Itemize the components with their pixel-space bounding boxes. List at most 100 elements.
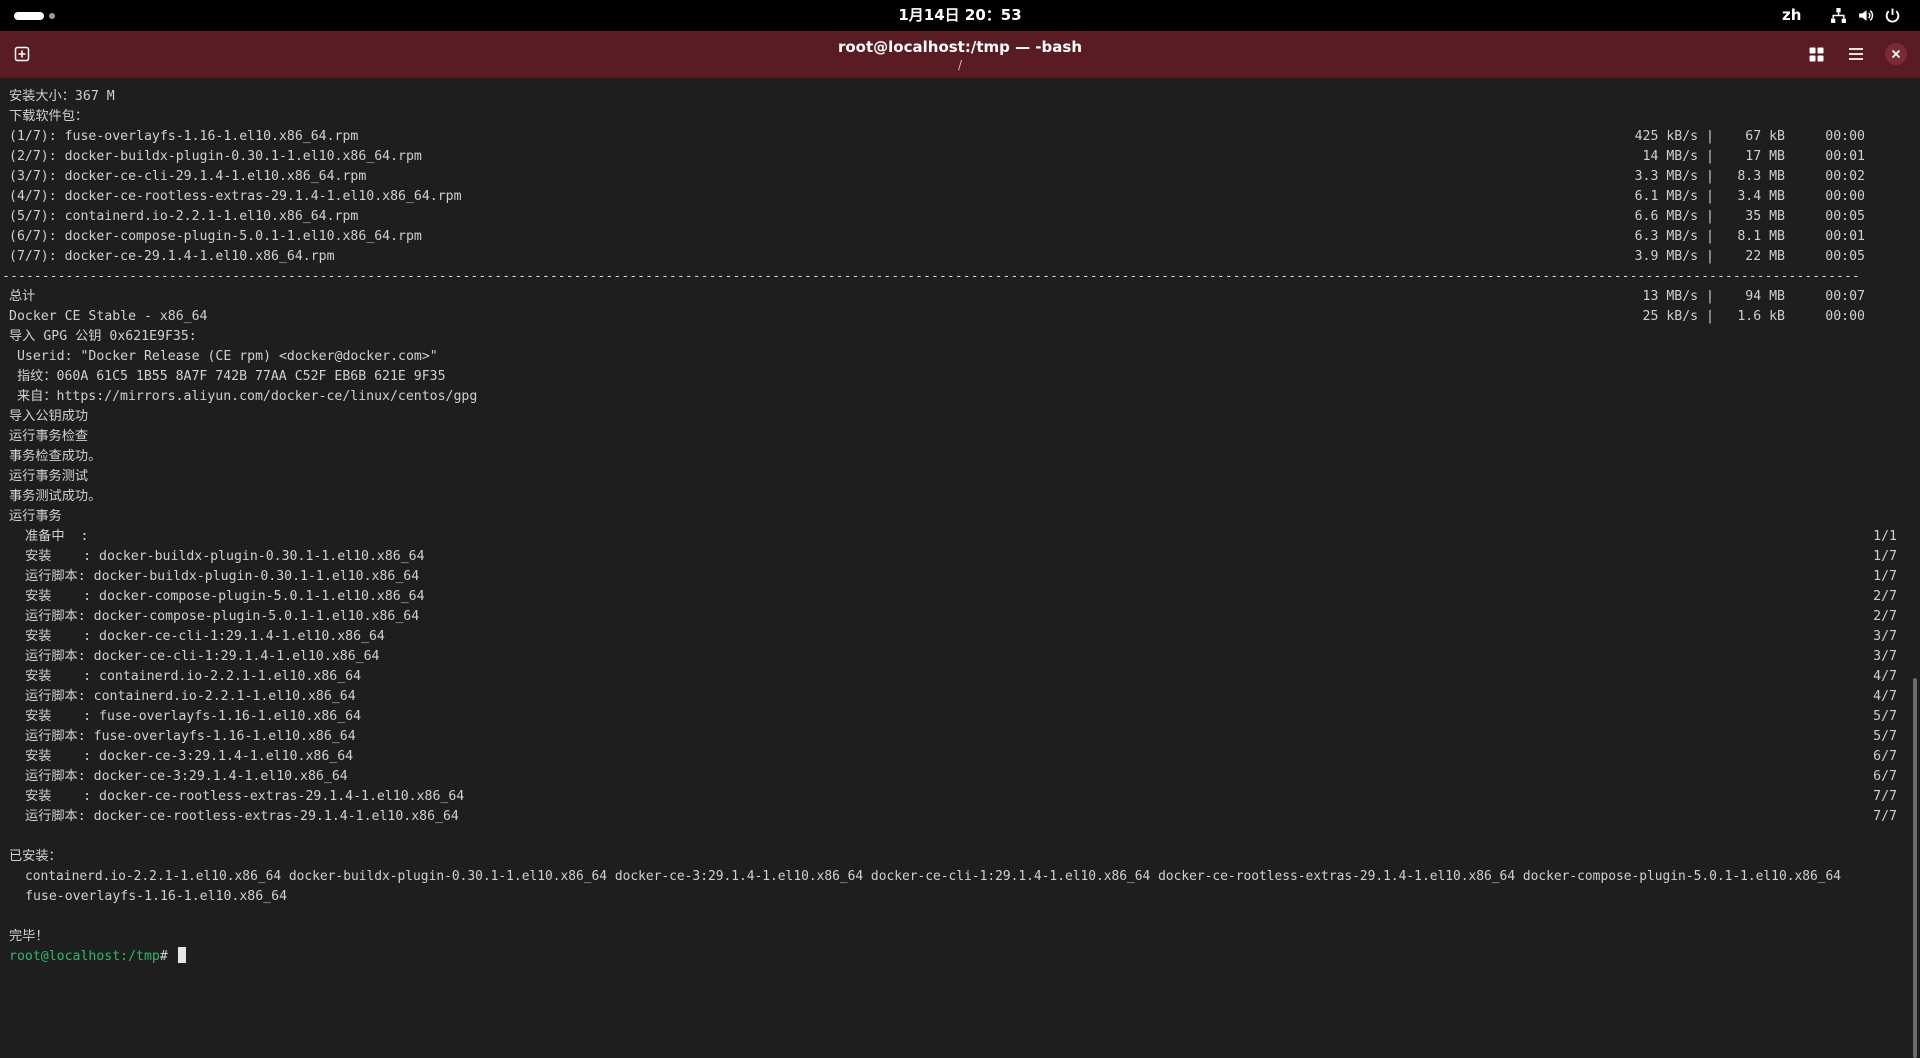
repo-time: 00:00	[1825, 309, 1865, 324]
transaction-step: 运行脚本: docker-compose-plugin-5.0.1-1.el10…	[25, 609, 420, 624]
transaction-progress: 6/7	[1873, 769, 1897, 784]
download-size: 67 kB	[1745, 129, 1785, 144]
system-tray[interactable]	[1830, 7, 1901, 24]
status-line: 运行事务测试	[9, 469, 89, 484]
status-line: 运行事务	[9, 509, 62, 524]
download-time: 00:05	[1825, 209, 1865, 224]
transaction-progress: 3/7	[1873, 629, 1897, 644]
window-title: root@localhost:/tmp — -bash	[837, 38, 1082, 56]
transaction-progress: 7/7	[1873, 789, 1897, 804]
download-line: (3/7): docker-ce-cli-29.1.4-1.el10.x86_6…	[9, 169, 367, 184]
download-rate: 3.3 MB/s |	[1634, 169, 1714, 184]
separator-line: ----------------------------------------…	[2, 269, 1860, 284]
transaction-step: 运行脚本: docker-ce-cli-1:29.1.4-1.el10.x86_…	[25, 649, 380, 664]
download-size: 17 MB	[1745, 149, 1785, 164]
download-line: (5/7): containerd.io-2.2.1-1.el10.x86_64…	[9, 209, 359, 224]
gpg-line: 导入 GPG 公钥 0x621E9F35:	[9, 329, 197, 344]
input-language-indicator[interactable]: zh	[1782, 0, 1801, 31]
transaction-progress: 2/7	[1873, 589, 1897, 604]
transaction-step: 运行脚本: docker-ce-3:29.1.4-1.el10.x86_64	[25, 769, 348, 784]
complete-line: 完毕！	[9, 929, 49, 944]
transaction-progress: 1/1	[1873, 529, 1897, 544]
shell-prompt[interactable]: root@localhost:/tmp#	[9, 947, 186, 967]
transaction-progress: 5/7	[1873, 729, 1897, 744]
transaction-step: 运行脚本: containerd.io-2.2.1-1.el10.x86_64	[25, 689, 356, 704]
download-size: 8.1 MB	[1737, 229, 1785, 244]
transaction-progress: 6/7	[1873, 749, 1897, 764]
transaction-step: 运行脚本: docker-ce-rootless-extras-29.1.4-1…	[25, 809, 459, 824]
transaction-progress: 3/7	[1873, 649, 1897, 664]
download-rate: 6.6 MB/s |	[1634, 209, 1714, 224]
transaction-step: 安装 : docker-ce-cli-1:29.1.4-1.el10.x86_6…	[25, 629, 385, 644]
total-time: 00:07	[1825, 289, 1865, 304]
prompt-user: root@localhost	[9, 949, 121, 964]
download-size: 3.4 MB	[1737, 189, 1785, 204]
power-icon	[1884, 7, 1901, 24]
status-line: 导入公钥成功	[9, 409, 89, 424]
status-line: 事务测试成功。	[9, 489, 102, 504]
transaction-progress: 1/7	[1873, 569, 1897, 584]
repo-rate: 25 kB/s |	[1642, 309, 1714, 324]
transaction-step: 安装 : containerd.io-2.2.1-1.el10.x86_64	[25, 669, 362, 684]
download-time: 00:00	[1825, 129, 1865, 144]
transaction-step: 安装 : fuse-overlayfs-1.16-1.el10.x86_64	[25, 709, 362, 724]
prompt-symbol: #	[159, 949, 168, 964]
scrollbar[interactable]	[1913, 678, 1917, 1058]
tab-overview-button[interactable]	[1803, 41, 1829, 67]
status-line: 事务检查成功。	[9, 449, 102, 464]
main-menu-button[interactable]	[1843, 41, 1869, 67]
transaction-progress: 4/7	[1873, 689, 1897, 704]
transaction-step: 准备中 :	[25, 529, 89, 544]
system-top-bar: 1月14日 20：53 zh	[0, 0, 1920, 31]
download-size: 8.3 MB	[1737, 169, 1785, 184]
text-cursor	[177, 947, 186, 963]
gpg-line: Userid: "Docker Release (CE rpm) <docker…	[9, 349, 438, 364]
download-time: 00:01	[1825, 149, 1865, 164]
download-line: (1/7): fuse-overlayfs-1.16-1.el10.x86_64…	[9, 129, 359, 144]
transaction-progress: 1/7	[1873, 549, 1897, 564]
download-rate: 6.1 MB/s |	[1634, 189, 1714, 204]
gpg-line: 指纹：060A 61C5 1B55 8A7F 742B 77AA C52F EB…	[9, 369, 446, 384]
transaction-progress: 2/7	[1873, 609, 1897, 624]
gpg-line: 来自：https://mirrors.aliyun.com/docker-ce/…	[9, 389, 478, 404]
transaction-step: 安装 : docker-buildx-plugin-0.30.1-1.el10.…	[25, 549, 425, 564]
status-line: 运行事务检查	[9, 429, 89, 444]
transaction-step: 安装 : docker-compose-plugin-5.0.1-1.el10.…	[25, 589, 425, 604]
repo-size: 1.6 kB	[1737, 309, 1785, 324]
installed-header: 已安装：	[9, 849, 62, 864]
download-size: 22 MB	[1745, 249, 1785, 264]
download-time: 00:00	[1825, 189, 1865, 204]
total-line: 总计	[9, 289, 36, 304]
close-window-button[interactable]	[1883, 41, 1909, 67]
total-rate: 13 MB/s |	[1642, 289, 1714, 304]
download-line: (7/7): docker-ce-29.1.4-1.el10.x86_64.rp…	[9, 249, 335, 264]
download-rate: 425 kB/s |	[1634, 129, 1714, 144]
transaction-step: 安装 : docker-ce-rootless-extras-29.1.4-1.…	[25, 789, 465, 804]
downloading-header: 下载软件包：	[9, 109, 89, 124]
network-icon	[1830, 7, 1847, 24]
download-line: (2/7): docker-buildx-plugin-0.30.1-1.el1…	[9, 149, 422, 164]
window-subtitle: /	[957, 58, 963, 72]
download-time: 00:01	[1825, 229, 1865, 244]
prompt-path: :/tmp	[120, 949, 160, 964]
download-time: 00:05	[1825, 249, 1865, 264]
grid-icon	[1809, 47, 1823, 61]
transaction-progress: 7/7	[1873, 809, 1897, 824]
total-size: 94 MB	[1745, 289, 1785, 304]
transaction-progress: 4/7	[1873, 669, 1897, 684]
repo-line: Docker CE Stable - x86_64	[9, 309, 208, 324]
transaction-step: 运行脚本: docker-buildx-plugin-0.30.1-1.el10…	[25, 569, 420, 584]
download-time: 00:02	[1825, 169, 1865, 184]
terminal-output[interactable]: 安装大小：367 M 下载软件包： (1/7): fuse-overlayfs-…	[0, 78, 1920, 1058]
clock[interactable]: 1月14日 20：53	[0, 0, 1920, 31]
transaction-step: 安装 : docker-ce-3:29.1.4-1.el10.x86_64	[25, 749, 354, 764]
hamburger-menu-icon	[1849, 48, 1863, 60]
download-size: 35 MB	[1745, 209, 1785, 224]
download-rate: 3.9 MB/s |	[1634, 249, 1714, 264]
installed-packages-line: containerd.io-2.2.1-1.el10.x86_64 docker…	[25, 869, 1842, 884]
terminal-header-bar: root@localhost:/tmp — -bash /	[0, 31, 1920, 79]
transaction-progress: 5/7	[1873, 709, 1897, 724]
close-icon	[1885, 43, 1907, 65]
volume-icon	[1857, 7, 1874, 24]
download-line: (4/7): docker-ce-rootless-extras-29.1.4-…	[9, 189, 462, 204]
